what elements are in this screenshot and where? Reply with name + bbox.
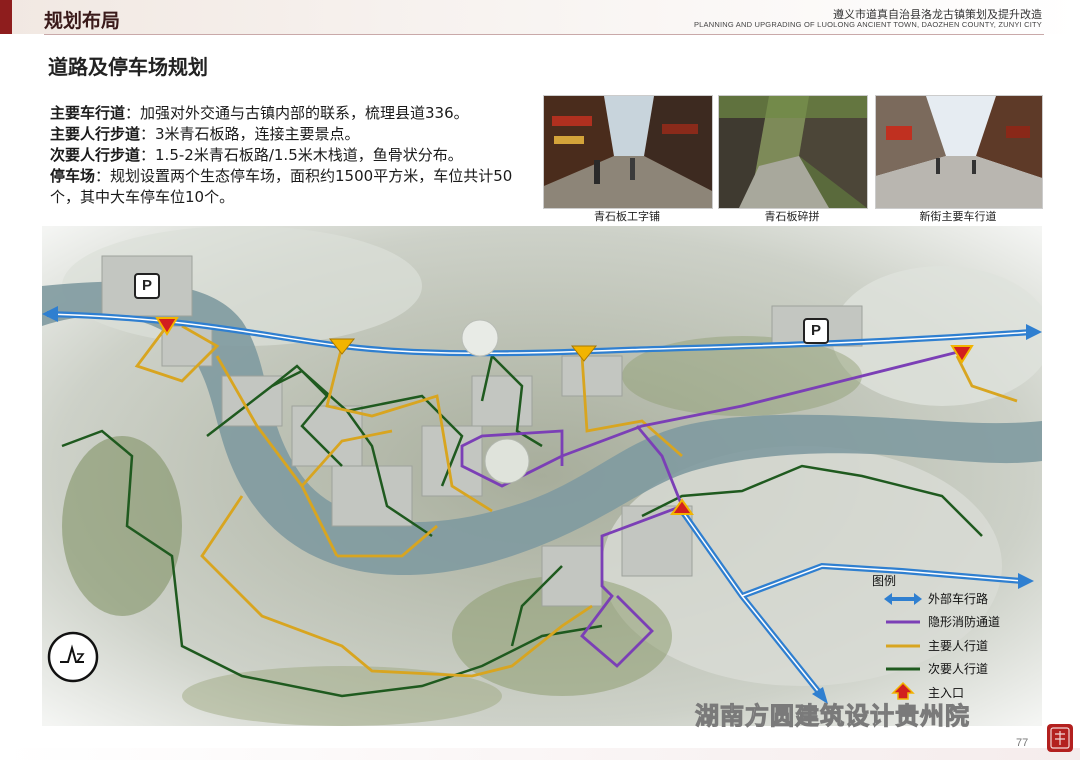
description-text: ：1.5-2米青石板路/1.5米木栈道，鱼骨状分布。 xyxy=(140,146,463,164)
legend-fire-lane-icon xyxy=(884,611,922,633)
section-title: 规划布局 xyxy=(44,10,121,32)
description-text: ：规划设置两个生态停车场，面积约1500平方米，车位共计50个，其中大车停车位1… xyxy=(50,167,513,206)
north-arrow-icon xyxy=(46,630,100,688)
description-label: 主要车行道 xyxy=(50,104,126,122)
photo-caption: 青石板碎拼 xyxy=(764,210,820,223)
description-line: 主要人行步道：3米青石板路，连接主要景点。 xyxy=(50,124,530,145)
footer-band xyxy=(0,748,1080,760)
description-text: ：加强对外交通与古镇内部的联系，梳理县道336。 xyxy=(125,104,469,122)
page-title: 道路及停车场规划 xyxy=(48,55,208,79)
description-label: 次要人行步道 xyxy=(50,146,141,164)
project-title-en: PLANNING AND UPGRADING OF LUOLONG ANCIEN… xyxy=(693,20,1042,29)
description-block: 主要车行道：加强对外交通与古镇内部的联系，梳理县道336。 主要人行步道：3米青… xyxy=(50,103,530,208)
photo-stone-paving-street xyxy=(543,95,713,209)
photo-stone-mosaic-lane xyxy=(718,95,868,209)
description-label: 主要人行步道 xyxy=(50,125,141,143)
photo-caption: 新街主要车行道 xyxy=(919,210,997,223)
description-label: 停车场 xyxy=(50,167,96,185)
page-number: 77 xyxy=(1016,737,1029,749)
description-text: ：3米青石板路，连接主要景点。 xyxy=(140,125,360,143)
watermark-text: 湖南方圆建筑设计贵州院 xyxy=(695,702,970,731)
legend-label: 次要人行道 xyxy=(928,662,989,676)
parking-icon: P xyxy=(134,273,160,299)
legend-external-road-icon xyxy=(884,588,922,610)
header-accent-bar xyxy=(0,0,12,34)
description-line: 次要人行步道：1.5-2米青石板路/1.5米木栈道，鱼骨状分布。 xyxy=(50,145,530,166)
seal-logo-icon xyxy=(1045,722,1075,754)
legend-label: 隐形消防通道 xyxy=(928,615,1001,629)
legend-title: 图例 xyxy=(872,574,897,588)
legend-primary-walk-icon xyxy=(884,635,922,657)
description-line: 停车场：规划设置两个生态停车场，面积约1500平方米，车位共计50个，其中大车停… xyxy=(50,166,530,208)
legend-label: 主要人行道 xyxy=(928,639,989,653)
header-divider xyxy=(44,34,1044,35)
description-line: 主要车行道：加强对外交通与古镇内部的联系，梳理县道336。 xyxy=(50,103,530,124)
photo-new-street-road xyxy=(875,95,1043,209)
legend-secondary-walk-icon xyxy=(884,658,922,680)
parking-icon: P xyxy=(803,318,829,344)
photo-caption: 青石板工字铺 xyxy=(594,210,660,223)
legend-label: 外部车行路 xyxy=(928,592,989,606)
